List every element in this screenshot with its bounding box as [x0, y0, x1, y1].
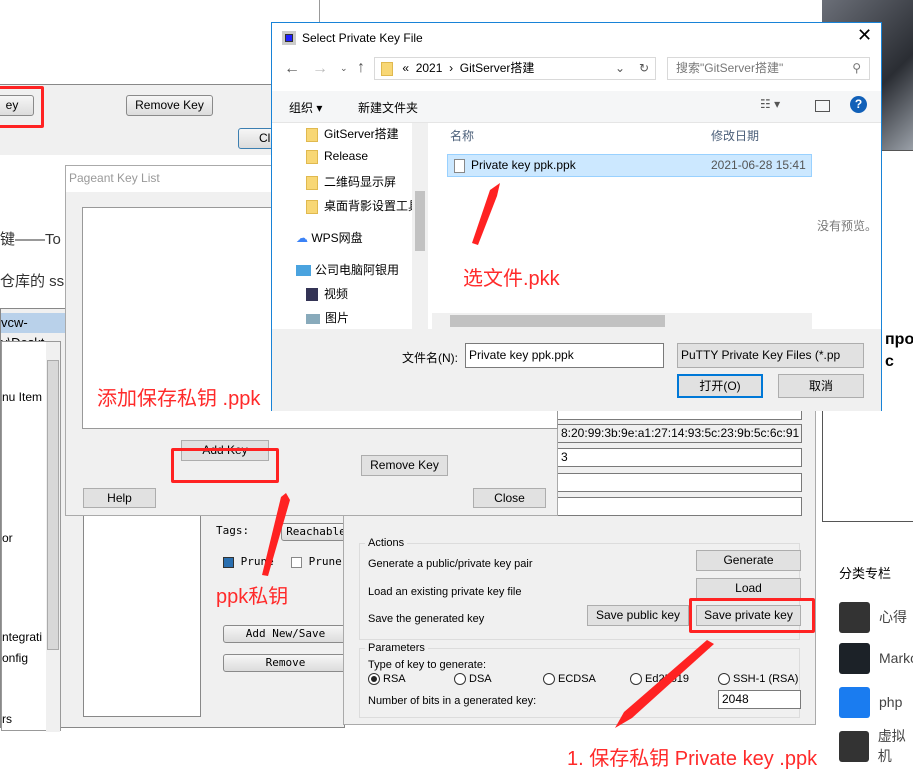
arrow-to-save-private — [615, 640, 714, 728]
annotation-arrows — [262, 183, 714, 728]
arrow-to-add-key — [262, 493, 290, 576]
arrow-to-file — [472, 183, 500, 245]
